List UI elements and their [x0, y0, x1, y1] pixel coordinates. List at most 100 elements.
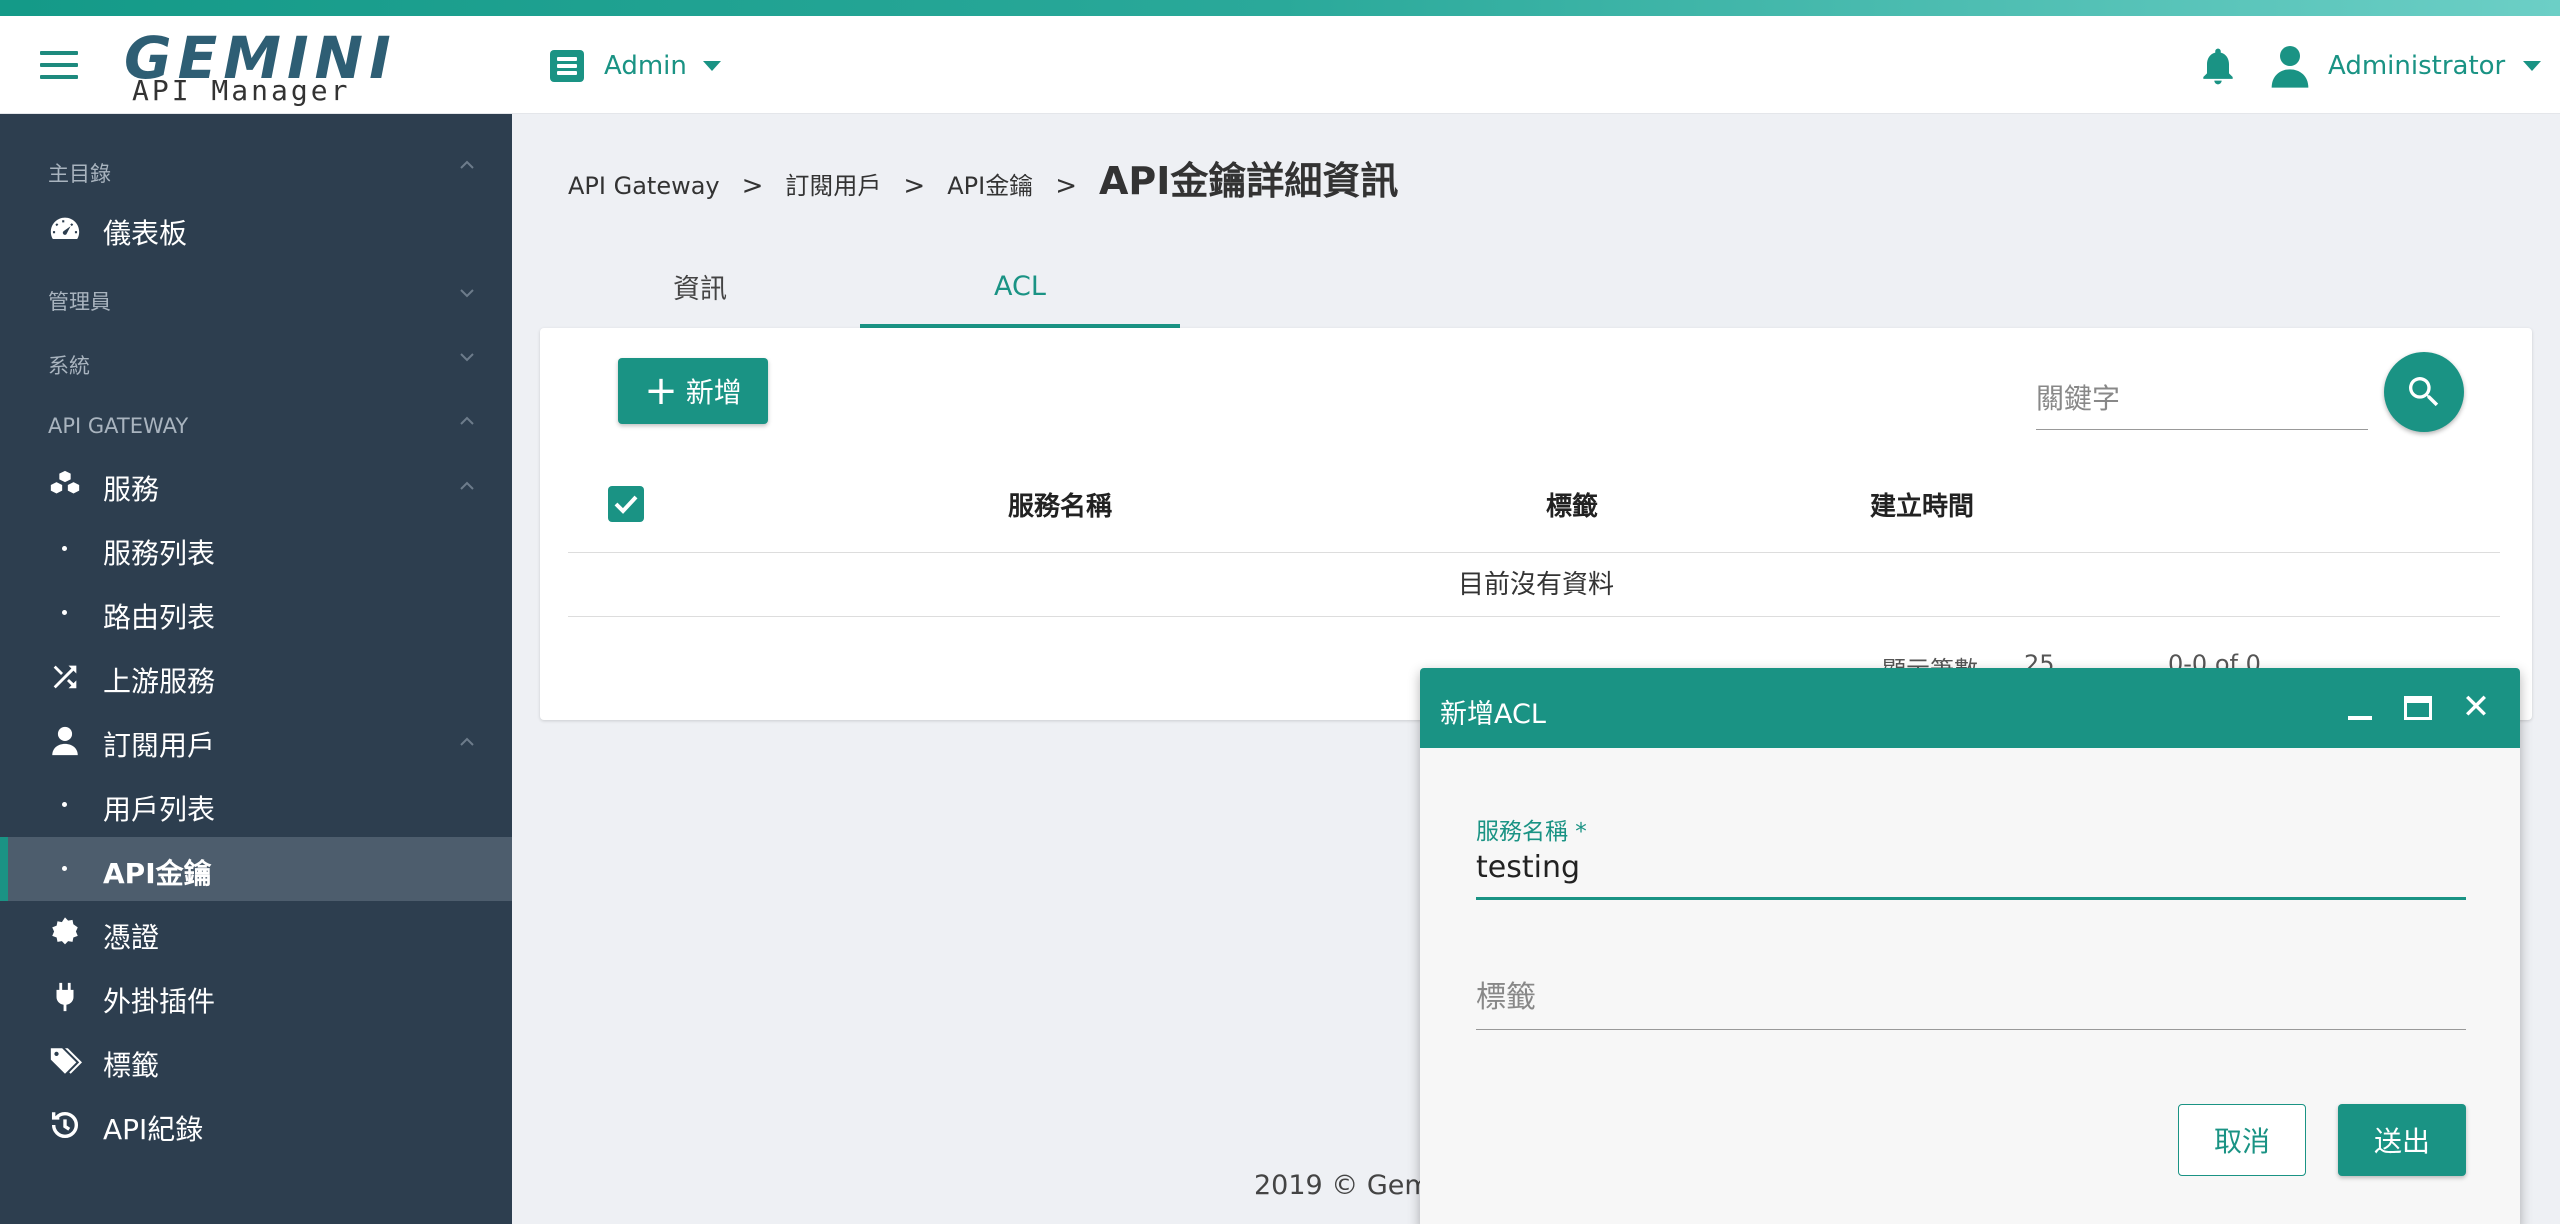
plug-icon [56, 982, 74, 1012]
sidebar-item-user-list[interactable]: 用戶列表 [0, 773, 512, 837]
user-icon [52, 726, 78, 756]
sidebar-item-route-list[interactable]: 路由列表 [0, 581, 512, 645]
sidebar-item-label: 路由列表 [103, 601, 216, 634]
sidebar-item-consumers[interactable]: 訂閱用戶 [0, 709, 512, 773]
bullet-icon [62, 802, 67, 807]
tab-bar: 資訊 ACL [540, 244, 1180, 328]
cubes-icon [50, 470, 80, 494]
sidebar-item-services[interactable]: 服務 [0, 453, 512, 517]
select-all-checkbox[interactable] [608, 486, 644, 522]
close-icon[interactable]: ✕ [2460, 690, 2492, 724]
sidebar-item-label: 外掛插件 [103, 985, 216, 1018]
sidebar: 主目錄 儀表板 管理員 系統 API GATEWAY 服務 服務列表 路由列表 … [0, 114, 512, 1224]
user-menu[interactable]: Administrator [2270, 42, 2542, 90]
sidebar-item-api-logs[interactable]: API紀錄 [0, 1093, 512, 1157]
sidebar-item-service-list[interactable]: 服務列表 [0, 517, 512, 581]
sidebar-item-label: 用戶列表 [103, 793, 216, 826]
sidebar-section-gateway[interactable]: API GATEWAY [48, 414, 188, 438]
page-title: API金鑰詳細資訊 [1098, 159, 1399, 203]
cancel-button[interactable]: 取消 [2178, 1104, 2306, 1176]
sidebar-item-plugins[interactable]: 外掛插件 [0, 965, 512, 1029]
breadcrumb-separator: > [1055, 171, 1077, 201]
acl-table-card: + 新增 服務名稱 標籤 建立時間 目前沒有資料 顯示筆數 25 0-0 of … [540, 328, 2532, 720]
bullet-icon [62, 610, 67, 615]
sidebar-item-label: 上游服務 [103, 665, 216, 698]
dashboard-icon [50, 217, 80, 240]
submit-button[interactable]: 送出 [2338, 1104, 2466, 1176]
column-header-created[interactable]: 建立時間 [1870, 486, 1974, 523]
chevron-up-icon [460, 737, 474, 746]
empty-message: 目前沒有資料 [1457, 570, 1614, 600]
column-header-tag[interactable]: 標籤 [1546, 486, 1598, 523]
bullet-icon [62, 546, 67, 551]
user-name: Administrator [2328, 51, 2506, 81]
sidebar-section-system[interactable]: 系統 [48, 350, 90, 380]
chevron-up-icon[interactable] [458, 156, 476, 174]
divider [568, 552, 2500, 553]
sidebar-item-label: 憑證 [103, 921, 160, 954]
minimize-icon[interactable] [2344, 692, 2376, 724]
sidebar-item-label: API金鑰 [103, 857, 212, 890]
bullet-icon [62, 866, 67, 871]
sidebar-item-tags[interactable]: 標籤 [0, 1029, 512, 1093]
plus-icon: + [644, 368, 678, 414]
sidebar-item-label: 服務列表 [103, 537, 216, 570]
chevron-down-icon[interactable] [458, 284, 476, 302]
list-icon [550, 50, 584, 82]
chevron-up-icon [460, 481, 474, 490]
search-button[interactable] [2384, 352, 2464, 432]
sidebar-item-api-keys[interactable]: API金鑰 [0, 837, 512, 901]
service-name-label: 服務名稱 * [1476, 819, 1587, 845]
breadcrumb-link[interactable]: API Gateway [568, 172, 720, 200]
sidebar-section-admin[interactable]: 管理員 [48, 286, 111, 316]
add-acl-dialog: 新增ACL ✕ 服務名稱 * 取消 送出 [1420, 668, 2520, 1224]
divider [568, 616, 2500, 617]
dialog-title: 新增ACL [1440, 699, 1546, 730]
sidebar-item-label: 服務 [103, 473, 160, 506]
menu-toggle-icon[interactable] [40, 51, 78, 79]
service-name-field [1476, 850, 2466, 900]
sidebar-item-dashboard[interactable]: 儀表板 [0, 197, 512, 261]
tag-input[interactable] [1476, 980, 2466, 1015]
app-logo: GEMINI API Manager [124, 24, 391, 110]
column-header-service[interactable]: 服務名稱 [1008, 486, 1112, 523]
search-icon [2409, 377, 2439, 407]
dialog-header[interactable]: 新增ACL ✕ [1420, 668, 2520, 748]
shuffle-icon [53, 665, 77, 689]
add-button[interactable]: + 新增 [618, 358, 768, 424]
chevron-down-icon[interactable] [458, 348, 476, 366]
footer-copyright: 2019 © Gem [1254, 1170, 1431, 1201]
sidebar-item-certificates[interactable]: 憑證 [0, 901, 512, 965]
app-header: GEMINI API Manager Admin Administrator [0, 16, 2560, 114]
bell-icon[interactable] [2196, 44, 2240, 88]
chevron-up-icon[interactable] [458, 412, 476, 430]
sidebar-item-upstream[interactable]: 上游服務 [0, 645, 512, 709]
tab-info[interactable]: 資訊 [540, 244, 860, 328]
sidebar-item-label: 儀表板 [103, 217, 188, 250]
sidebar-section-main[interactable]: 主目錄 [48, 158, 111, 188]
role-menu[interactable]: Admin [550, 46, 721, 86]
breadcrumb-link[interactable]: API金鑰 [947, 166, 1033, 201]
breadcrumb-separator: > [903, 171, 926, 201]
search-field [2036, 368, 2368, 430]
service-name-input[interactable] [1476, 850, 2466, 885]
breadcrumb-separator: > [741, 171, 764, 201]
caret-down-icon [702, 61, 721, 71]
tags-icon [50, 1048, 82, 1074]
certificate-icon [52, 917, 78, 945]
tag-field [1476, 980, 2466, 1030]
tab-acl[interactable]: ACL [860, 244, 1180, 328]
caret-down-icon [2523, 61, 2542, 71]
add-button-label: 新增 [685, 376, 742, 409]
role-label: Admin [604, 51, 687, 81]
check-icon [614, 495, 638, 514]
breadcrumb-link[interactable]: 訂閱用戶 [785, 166, 881, 201]
user-icon [2271, 46, 2309, 88]
maximize-icon[interactable] [2402, 692, 2434, 724]
history-icon [51, 1111, 78, 1138]
top-accent-strip [0, 0, 2560, 16]
logo-sub-text: API Manager [132, 74, 351, 107]
sidebar-item-label: 訂閱用戶 [103, 729, 216, 762]
search-input[interactable] [2036, 368, 2368, 428]
sidebar-item-label: 標籤 [103, 1049, 160, 1082]
